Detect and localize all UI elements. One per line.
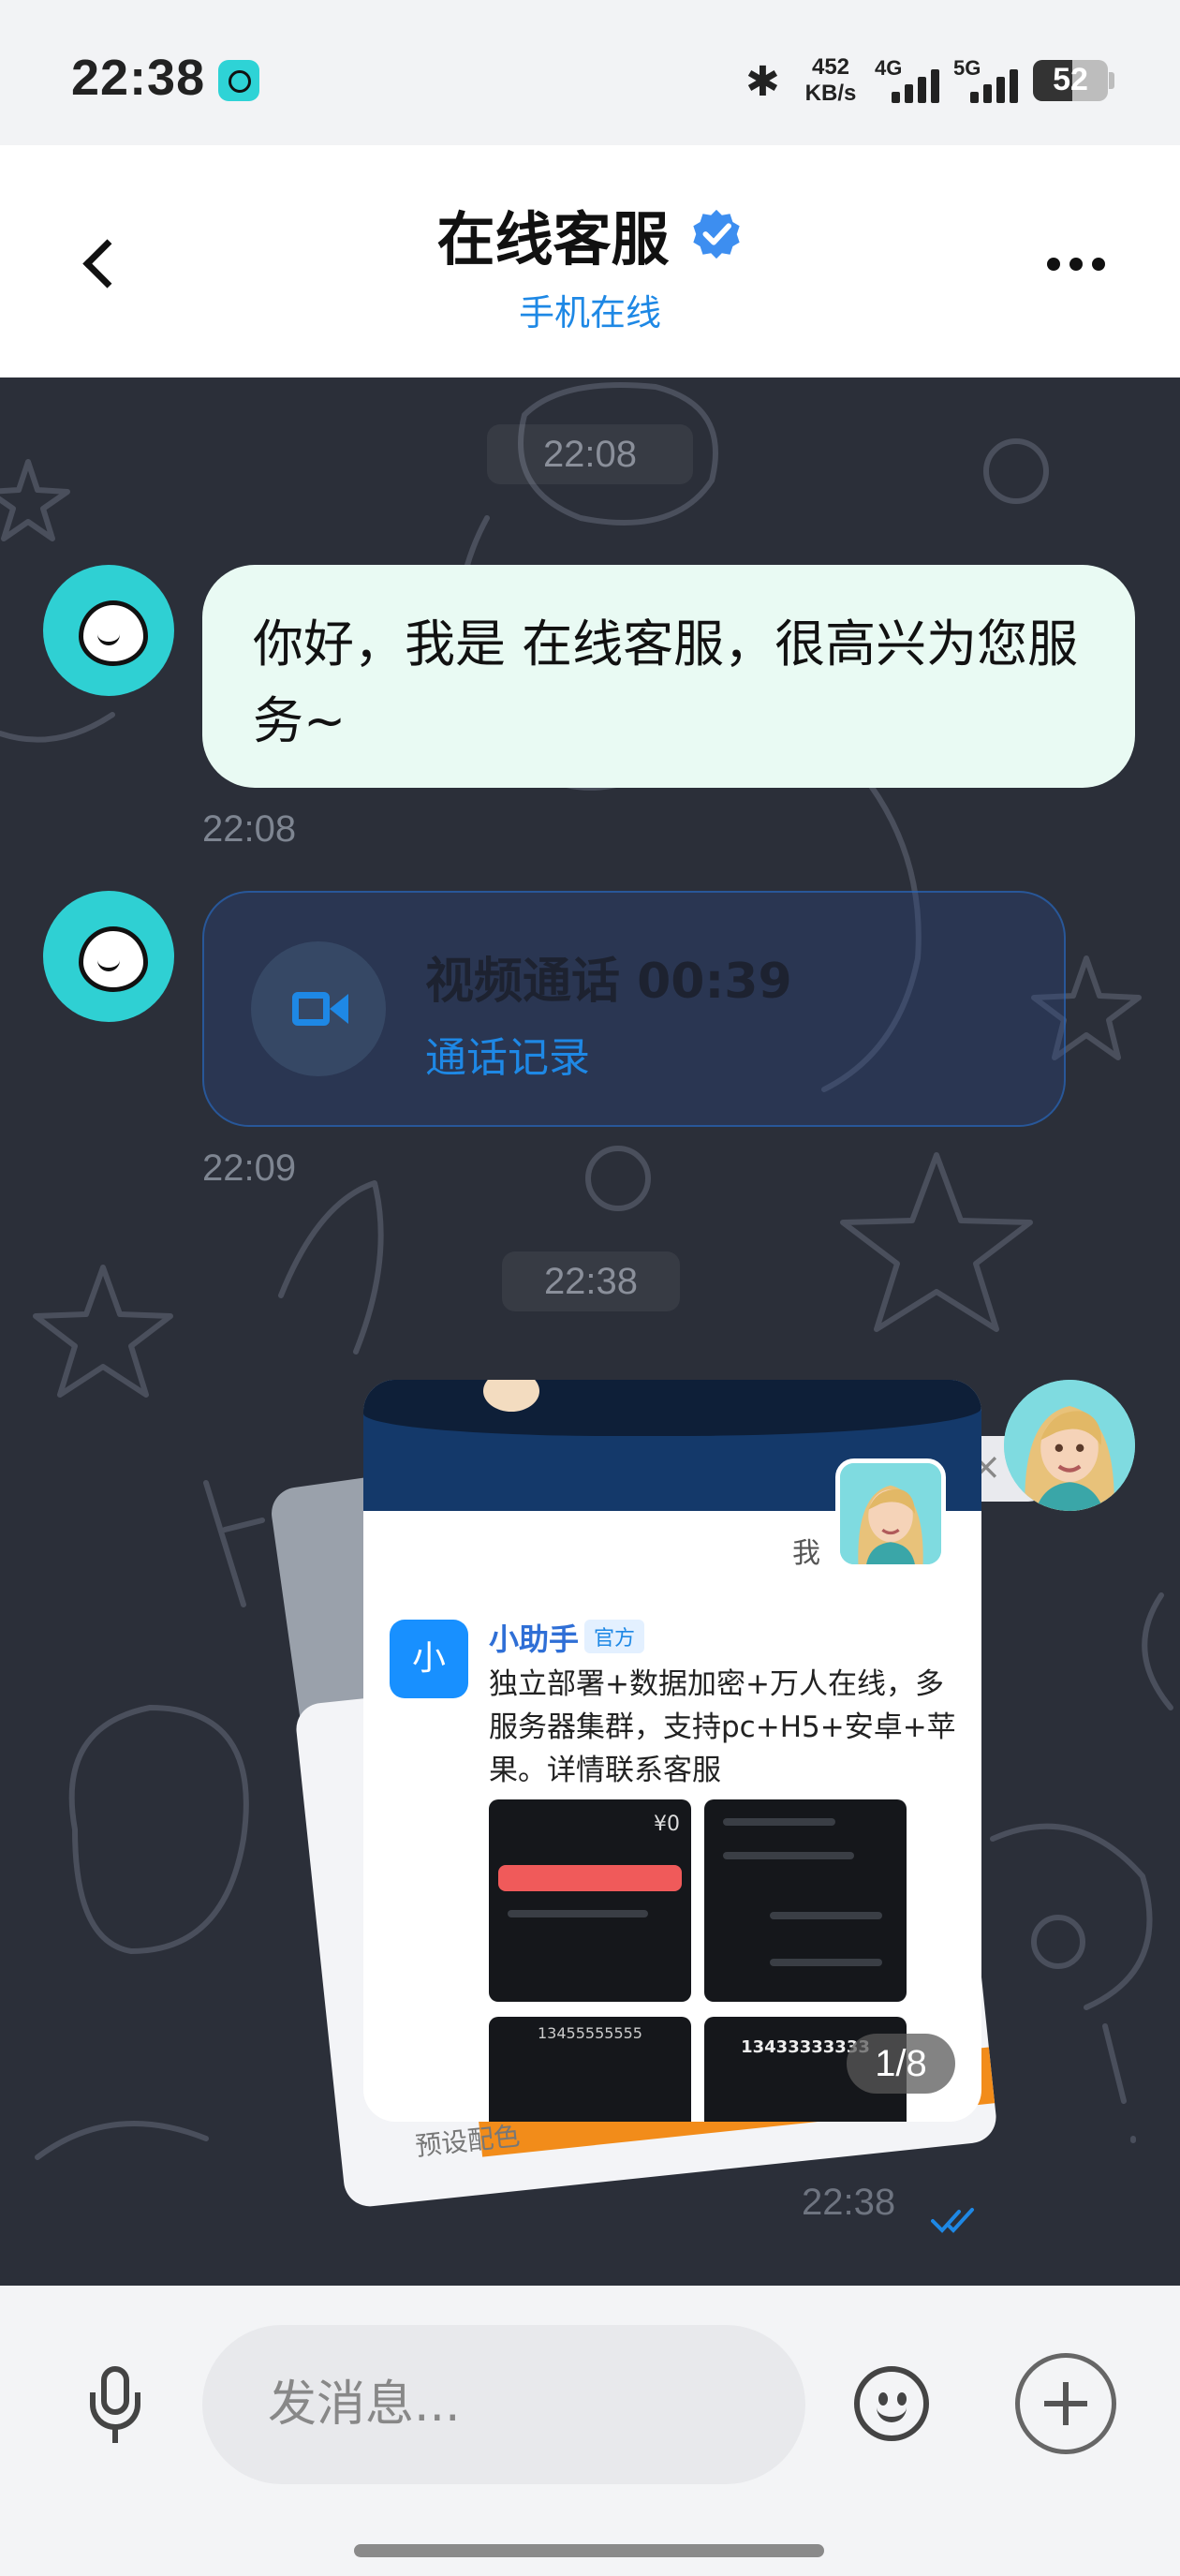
chat-title[interactable]: 在线客服 (436, 192, 669, 276)
more-actions-plus-button[interactable] (1015, 2353, 1116, 2454)
call-duration-title: 视频通话 00:39 (425, 954, 792, 1010)
post-text: 独立部署+数据加密+万人在线，多服务器集群，支持pc+H5+安卓+苹果。详情联系… (489, 1667, 956, 1787)
assistant-app-icon: 小 (390, 1620, 468, 1698)
thumb-balance: ¥0 (654, 1813, 680, 1836)
signal-5g-label: 5G (953, 56, 981, 80)
read-receipt-icon (931, 2208, 974, 2233)
chat-area[interactable]: 22:08 你好，我是 在线客服，很高兴为您服务~ 22:08 视频通话 00:… (0, 378, 1180, 2286)
battery-icon: 52 (1033, 60, 1108, 101)
more-options-button[interactable] (1047, 250, 1113, 278)
support-avatar[interactable] (43, 565, 174, 696)
bluetooth-icon: ✱ (745, 58, 780, 106)
media-album-card[interactable]: 我 小 小助手 官方 独立部署+数据加密+万人在线，多服务器集群，支持pc+H5… (363, 1380, 981, 2122)
time-divider: 22:38 (502, 1251, 680, 1311)
thumb-phone-number: 13455555555 (538, 2024, 642, 2042)
chat-header: 在线客服 手机在线 (0, 145, 1180, 378)
emoji-button[interactable] (854, 2366, 929, 2441)
profile-avatar-image (835, 1458, 946, 1569)
video-camera-icon (251, 941, 386, 1076)
verified-badge-icon (692, 209, 740, 259)
time-divider: 22:08 (487, 424, 693, 484)
voice-input-button[interactable] (82, 2366, 148, 2450)
signal-5g-icon: 5G (953, 54, 1023, 107)
network-speed: 452 KB/s (802, 54, 860, 107)
preset-color-label: 预设配色 (413, 2120, 522, 2162)
title-wrap: 在线客服 (0, 192, 1180, 276)
message-time: 22:08 (202, 808, 297, 850)
official-badge: 官方 (584, 1620, 645, 1653)
video-call-record-card[interactable]: 视频通话 00:39 通话记录 (202, 891, 1066, 1127)
battery-level: 52 (1053, 62, 1088, 97)
chat-app-notification-icon (218, 60, 259, 101)
status-time: 22:38 (71, 50, 206, 106)
message-time: 22:09 (202, 1147, 297, 1189)
me-label: 我 (792, 1537, 820, 1570)
screenshot-thumbnail: ¥0 (489, 1799, 691, 2002)
message-time: 22:38 (802, 2182, 896, 2223)
online-status: 手机在线 (518, 292, 661, 333)
screenshot-thumbnail (704, 1799, 907, 2002)
message-input-bar (0, 2286, 1180, 2576)
battery-tip (1109, 72, 1114, 89)
call-log-link[interactable]: 通话记录 (425, 1024, 590, 1084)
signal-4g-label: 4G (875, 56, 903, 80)
message-input[interactable] (202, 2325, 805, 2484)
network-speed-unit: KB/s (804, 81, 857, 106)
support-avatar[interactable] (43, 891, 174, 1022)
network-speed-value: 452 (811, 54, 850, 80)
media-page-counter: 1/8 (847, 2034, 955, 2094)
home-indicator[interactable] (354, 2544, 824, 2557)
message-bubble[interactable]: 你好，我是 在线客服，很高兴为您服务~ (202, 565, 1135, 788)
post-author-name: 小助手 (489, 1621, 580, 1657)
signal-4g-icon: 4G (875, 54, 944, 107)
my-avatar[interactable] (1004, 1380, 1135, 1511)
screenshot-thumbnail: 13455555555 (489, 2017, 691, 2122)
status-bar: 22:38 ✱ 452 KB/s 4G 5G 52 (0, 0, 1180, 145)
